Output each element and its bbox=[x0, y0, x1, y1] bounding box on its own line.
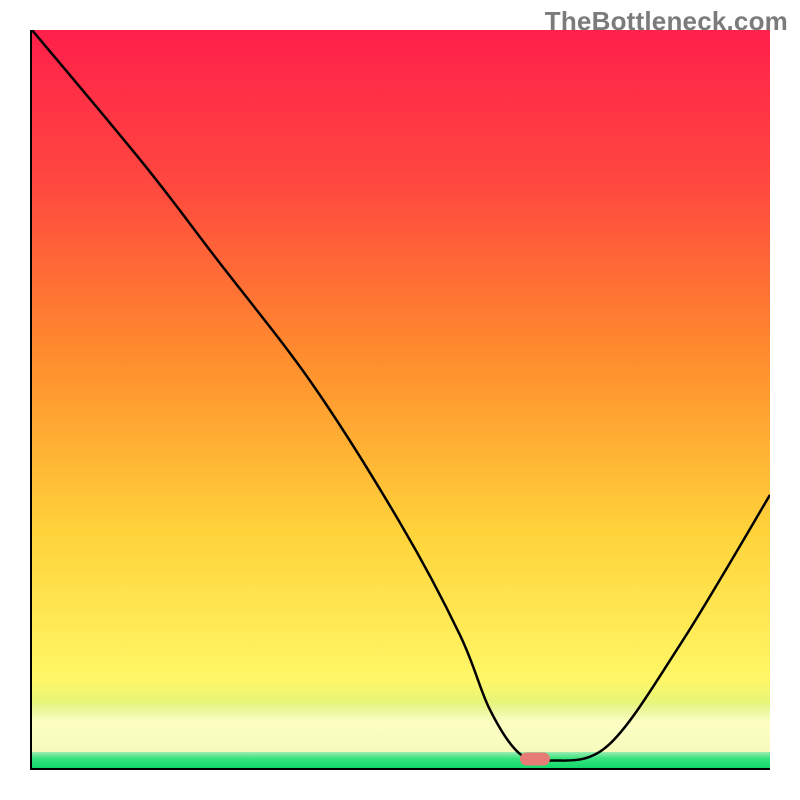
chart-container: { "watermark": "TheBottleneck.com", "cha… bbox=[0, 0, 800, 800]
plot-area bbox=[30, 30, 770, 770]
watermark-text: TheBottleneck.com bbox=[545, 6, 788, 37]
curve-svg bbox=[32, 30, 770, 768]
optimal-marker bbox=[520, 752, 550, 765]
bottleneck-curve bbox=[32, 30, 770, 761]
